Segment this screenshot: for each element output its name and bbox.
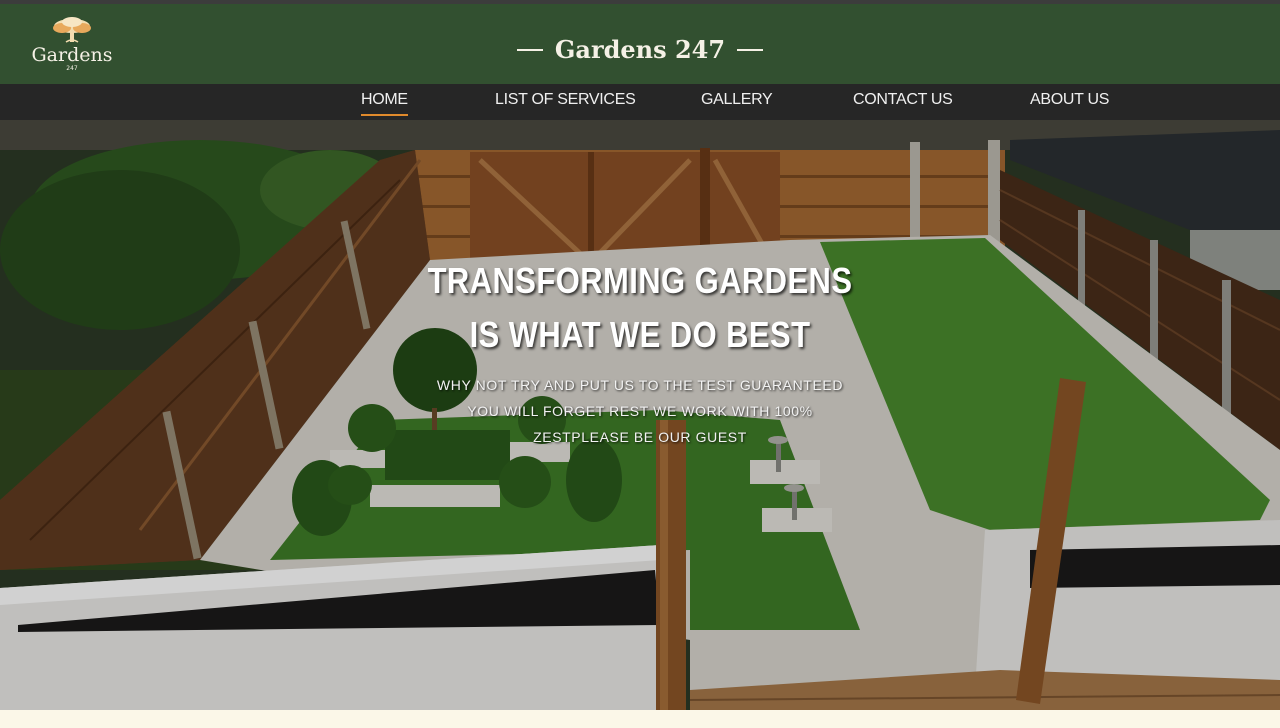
- page-bottom-strip: [0, 710, 1280, 728]
- hero-subtext: WHY NOT TRY AND PUT US TO THE TEST GUARA…: [436, 377, 844, 445]
- nav-item-home[interactable]: HOME: [361, 84, 408, 120]
- hero-headline-line1: TRANSFORMING GARDENS: [427, 260, 853, 301]
- site-title-text: Gardens 247: [554, 35, 726, 64]
- hero-headline-line2: IS WHAT WE DO BEST: [469, 314, 811, 355]
- hero-text-block: TRANSFORMING GARDENS IS WHAT WE DO BEST …: [0, 254, 1280, 450]
- nav-item-contact-us[interactable]: CONTACT US: [853, 84, 953, 120]
- nav-item-gallery[interactable]: GALLERY: [701, 84, 773, 120]
- site-title: Gardens 247: [0, 34, 1280, 66]
- nav-item-list-of-services[interactable]: LIST OF SERVICES: [495, 84, 636, 120]
- title-dash-left: [516, 48, 543, 51]
- main-nav: HOME LIST OF SERVICES GALLERY CONTACT US…: [0, 84, 1280, 120]
- title-dash-right: [737, 48, 764, 51]
- logo-subtext: 247: [66, 65, 78, 72]
- hero-banner: TRANSFORMING GARDENS IS WHAT WE DO BEST …: [0, 120, 1280, 710]
- nav-item-about-us[interactable]: ABOUT US: [1030, 84, 1109, 120]
- site-header: Gardens 247 Gardens 247: [0, 4, 1280, 84]
